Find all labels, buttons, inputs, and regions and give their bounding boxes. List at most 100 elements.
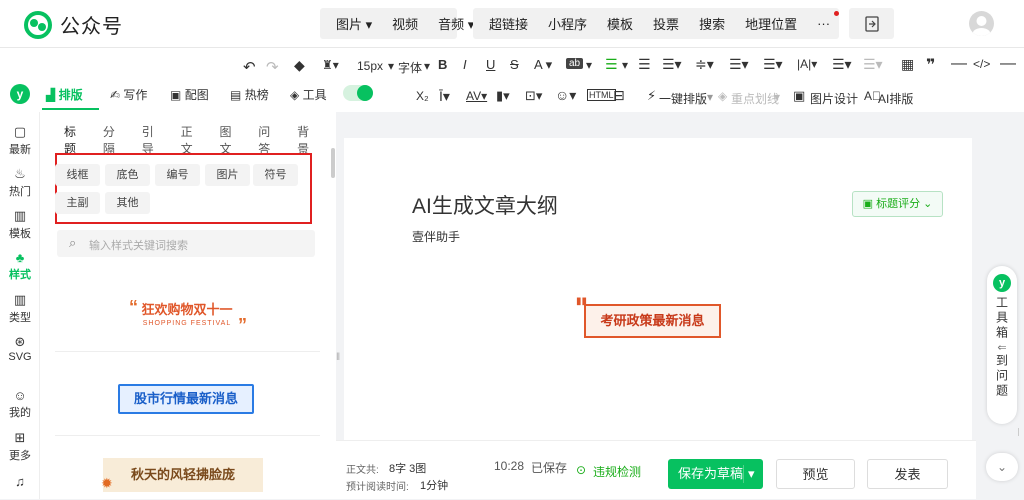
line-height-icon[interactable]: ☰▾ bbox=[662, 56, 682, 73]
highlight-line-button[interactable]: 重点划线 bbox=[731, 90, 779, 107]
tab-body[interactable]: 正文 bbox=[181, 123, 205, 157]
nav-type[interactable]: ▥ 类型 bbox=[0, 292, 40, 325]
tab-image[interactable]: ▣ 配图 bbox=[170, 86, 209, 103]
align-dropdown-icon[interactable]: ▾ bbox=[622, 58, 628, 72]
font-family-select[interactable]: 字体 bbox=[398, 59, 422, 76]
tab-write[interactable]: ✍ 写作 bbox=[110, 86, 147, 103]
indent-icon[interactable]: ☰ bbox=[638, 56, 651, 73]
nav-support[interactable]: ♫ bbox=[0, 474, 40, 490]
more-format-icon[interactable]: — bbox=[1000, 55, 1016, 73]
tab-layout[interactable]: ▟ 排版 bbox=[46, 86, 83, 103]
list-icon[interactable]: ☰▾ bbox=[763, 56, 783, 73]
toolbox-icon[interactable]: ⊟ bbox=[613, 87, 625, 104]
text-effect-icon[interactable]: Ī▾ bbox=[439, 88, 450, 105]
spacing-icon[interactable]: ☰▾ bbox=[729, 56, 749, 73]
font-size-select[interactable]: 15px bbox=[357, 59, 383, 73]
highlight-dropdown-icon[interactable]: ▾ bbox=[586, 58, 592, 72]
nav-template[interactable]: ▥ 模板 bbox=[0, 208, 40, 241]
strikethrough-icon[interactable]: S bbox=[510, 57, 519, 72]
bookmark-icon[interactable]: ▮▾ bbox=[496, 88, 510, 104]
redo-icon[interactable]: ↷ bbox=[266, 58, 279, 76]
align-left-icon[interactable]: ☰ bbox=[605, 56, 618, 73]
format-painter-icon[interactable]: ◆ bbox=[294, 57, 305, 74]
underline-icon[interactable]: U bbox=[486, 57, 495, 72]
paragraph-spacing-icon[interactable]: ≑▾ bbox=[695, 56, 714, 73]
chip-image[interactable]: 图片 bbox=[205, 164, 250, 186]
chip-frame[interactable]: 线框 bbox=[55, 164, 100, 186]
menu-location[interactable]: 地理位置 bbox=[735, 14, 807, 33]
chart-icon[interactable]: ⊡▾ bbox=[525, 88, 542, 104]
title-score-button[interactable]: ▣ 标题评分 ⌄ bbox=[852, 191, 943, 217]
style-sample-1[interactable]: “ 狂欢购物双十一 SHOPPING FESTIVAL ” bbox=[55, 267, 320, 352]
tab-qa[interactable]: 问答 bbox=[258, 123, 282, 157]
yiban-logo-icon[interactable]: y bbox=[10, 84, 30, 104]
article-author[interactable]: 壹伴助手 bbox=[412, 228, 460, 245]
undo-icon[interactable]: ↶ bbox=[243, 58, 256, 76]
bullet-list-icon[interactable]: ☰▾ bbox=[832, 56, 852, 73]
italic-icon[interactable]: I bbox=[463, 57, 467, 72]
tab-divider[interactable]: 分隔 bbox=[103, 123, 127, 157]
chip-other[interactable]: 其他 bbox=[105, 192, 150, 214]
highlight-dropdown-icon-2[interactable]: ▾ bbox=[774, 90, 780, 104]
nav-hot[interactable]: ♨ 热门 bbox=[0, 166, 40, 199]
quote-icon[interactable]: ❞ bbox=[926, 55, 935, 75]
chip-symbol[interactable]: 符号 bbox=[253, 164, 298, 186]
clear-format-icon[interactable]: ♜▾ bbox=[322, 58, 339, 72]
menu-search[interactable]: 搜索 bbox=[689, 14, 735, 33]
emoji-icon[interactable]: ☺▾ bbox=[555, 87, 576, 104]
nav-latest[interactable]: ▢ 最新 bbox=[0, 124, 40, 157]
publish-button[interactable]: 发表 bbox=[867, 459, 948, 489]
subscript-icon[interactable]: X₂ bbox=[416, 89, 429, 103]
tab-tools[interactable]: ◈ 工具 bbox=[290, 86, 327, 103]
menu-video[interactable]: 视频 bbox=[382, 14, 428, 33]
ordered-list-icon[interactable]: ☰▾ bbox=[863, 56, 883, 73]
menu-vote[interactable]: 投票 bbox=[643, 14, 689, 33]
nav-mine[interactable]: ☺ 我的 bbox=[0, 388, 40, 420]
letter-spacing-icon[interactable]: |A|▾ bbox=[797, 57, 817, 71]
chip-main-sub[interactable]: 主副 bbox=[55, 192, 100, 214]
save-draft-button[interactable]: 保存为草稿 ▾ bbox=[668, 459, 763, 489]
nav-more[interactable]: ⊞ 更多 bbox=[0, 430, 40, 463]
one-click-layout-button[interactable]: 一键排版 bbox=[659, 90, 707, 107]
font-family-dropdown-icon[interactable]: ▾ bbox=[424, 59, 430, 73]
tab-background[interactable]: 背景 bbox=[297, 123, 321, 157]
tab-heading[interactable]: 标题 bbox=[64, 123, 88, 167]
nav-style[interactable]: ♣ 样式 bbox=[0, 250, 40, 282]
preview-button[interactable]: 预览 bbox=[776, 459, 855, 489]
collapse-button[interactable]: ⌄ bbox=[986, 453, 1018, 481]
article-title[interactable]: AI生成文章大纲 bbox=[412, 190, 558, 220]
nav-svg[interactable]: ⊛ SVG bbox=[0, 334, 40, 363]
style-sample-3[interactable]: ✹ 秋天的风轻拂脸庞 bbox=[55, 436, 320, 499]
font-color-icon[interactable]: A ▾ bbox=[534, 57, 552, 73]
table-icon[interactable]: ▦ bbox=[901, 56, 914, 73]
kerning-icon[interactable]: AV▾ bbox=[466, 89, 487, 103]
menu-image[interactable]: 图片 ▾ bbox=[326, 14, 382, 33]
export-button[interactable] bbox=[849, 8, 894, 39]
chip-bg-color[interactable]: 底色 bbox=[105, 164, 150, 186]
tab-guide[interactable]: 引导 bbox=[142, 123, 166, 157]
avatar[interactable] bbox=[969, 11, 994, 36]
toolbox-panel[interactable]: y 工具箱 ⇐ 到问题 bbox=[987, 266, 1017, 424]
image-design-button[interactable]: 图片设计 bbox=[810, 90, 858, 107]
layout-dropdown-icon[interactable]: ▾ bbox=[707, 90, 713, 104]
tab-image-text[interactable]: 图文 bbox=[219, 123, 243, 157]
menu-template[interactable]: 模板 bbox=[597, 14, 643, 33]
style-search-input[interactable]: ⌕ 输入样式关键词搜索 bbox=[57, 230, 315, 257]
compliance-check-button[interactable]: 违规检测 bbox=[593, 463, 641, 480]
ai-layout-button[interactable]: AI排版 bbox=[878, 90, 913, 107]
panel-resize-handle[interactable]: ‖ bbox=[336, 352, 340, 363]
divider-icon[interactable]: — bbox=[951, 55, 967, 73]
menu-hyperlink[interactable]: 超链接 bbox=[479, 14, 538, 33]
code-icon[interactable]: </> bbox=[973, 57, 990, 71]
html-icon[interactable]: HTML bbox=[587, 89, 616, 101]
panel-scrollbar[interactable] bbox=[331, 148, 335, 178]
chip-number[interactable]: 编号 bbox=[155, 164, 200, 186]
menu-miniprogram[interactable]: 小程序 bbox=[538, 14, 597, 33]
highlight-icon[interactable]: ab bbox=[566, 58, 584, 69]
panel-toggle[interactable] bbox=[343, 85, 373, 101]
tab-hot[interactable]: ▤ 热榜 bbox=[230, 86, 269, 103]
content-banner[interactable]: 考研政策最新消息 bbox=[584, 304, 721, 338]
save-draft-dropdown-icon[interactable]: ▾ bbox=[748, 459, 755, 489]
menu-more[interactable]: ··· bbox=[807, 16, 840, 31]
font-size-dropdown-icon[interactable]: ▾ bbox=[388, 59, 394, 73]
